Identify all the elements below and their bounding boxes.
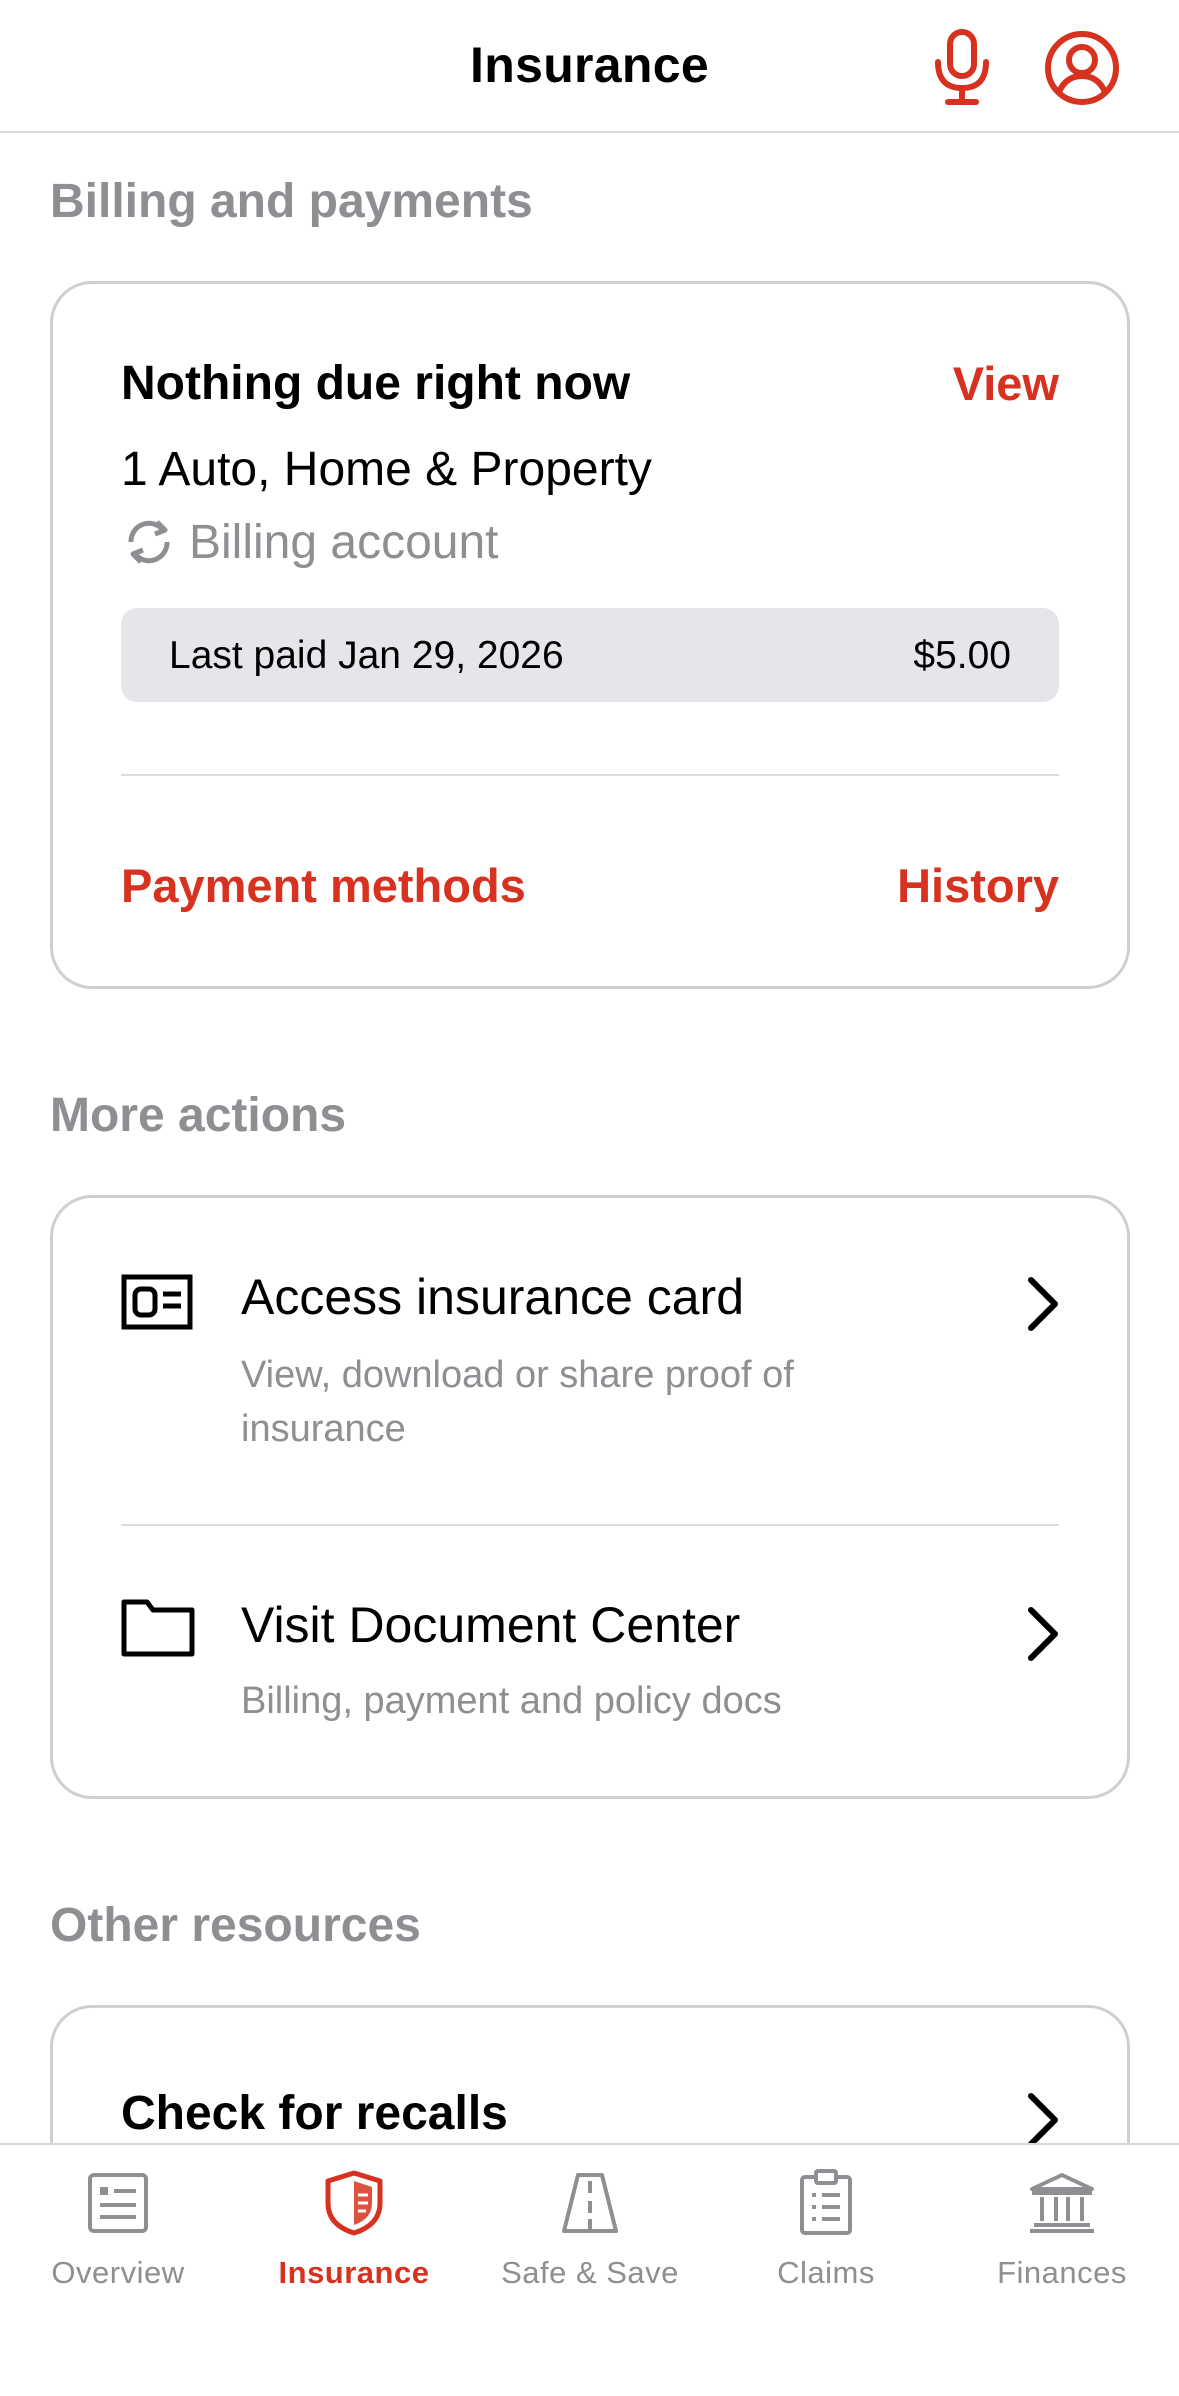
- billing-policies: 1 Auto, Home & Property: [121, 443, 652, 496]
- folder-icon: [121, 1599, 195, 1657]
- tab-overview[interactable]: Overview: [0, 2145, 236, 2345]
- overview-icon: [88, 2173, 148, 2233]
- chevron-right-icon: [1028, 1607, 1058, 1661]
- other-resources-section-title: Other resources: [50, 1899, 421, 1952]
- top-header: Insurance: [0, 0, 1179, 133]
- history-link[interactable]: History: [897, 858, 1059, 913]
- billing-account-label: Billing account: [189, 515, 499, 569]
- tab-label: Finances: [997, 2255, 1127, 2290]
- tab-label: Safe & Save: [501, 2255, 679, 2290]
- page-title: Insurance: [470, 37, 709, 93]
- id-card-icon: [121, 1274, 193, 1330]
- action-title: Visit Document Center: [241, 1597, 741, 1653]
- refresh-icon: [128, 520, 170, 564]
- tab-safe-and-save[interactable]: Safe & Save: [472, 2145, 708, 2345]
- access-insurance-card-row[interactable]: Access insurance card View, download or …: [53, 1198, 1127, 1524]
- chevron-right-icon[interactable]: [1023, 2090, 1063, 2150]
- payment-methods-link[interactable]: Payment methods: [121, 858, 526, 913]
- last-paid-bar: Last paid Jan 29, 2026 $5.00: [121, 608, 1059, 702]
- bank-icon: [1030, 2173, 1094, 2233]
- action-title: Access insurance card: [241, 1269, 745, 1325]
- tab-insurance[interactable]: Insurance: [236, 2145, 472, 2345]
- microphone-icon[interactable]: [930, 28, 994, 106]
- check-for-recalls-link[interactable]: Check for recalls: [121, 2086, 508, 2141]
- billing-section-title: Billing and payments: [50, 175, 533, 228]
- tab-claims[interactable]: Claims: [708, 2145, 944, 2345]
- divider: [121, 774, 1059, 776]
- action-desc: Billing, payment and policy docs: [241, 1680, 782, 1722]
- more-actions-section-title: More actions: [50, 1089, 347, 1142]
- tab-label: Insurance: [278, 2255, 430, 2290]
- tab-label: Claims: [777, 2255, 875, 2290]
- view-billing-link[interactable]: View: [953, 356, 1059, 411]
- tab-finances[interactable]: Finances: [944, 2145, 1179, 2345]
- last-paid-label: Last paid Jan 29, 2026: [169, 634, 564, 677]
- clipboard-icon: [800, 2169, 852, 2235]
- bottom-tab-bar: Overview Insurance Safe & Save Claims Fi…: [0, 2143, 1179, 2396]
- billing-status: Nothing due right now: [121, 357, 631, 410]
- last-paid-amount: $5.00: [913, 634, 1011, 677]
- chevron-right-icon: [1028, 1277, 1058, 1331]
- action-desc: View, download or share proof of insuran…: [241, 1354, 794, 1450]
- billing-account: Billing account: [121, 514, 499, 570]
- more-actions-card: Access insurance card View, download or …: [50, 1195, 1130, 1799]
- tab-label: Overview: [51, 2255, 185, 2290]
- visit-document-center-row[interactable]: Visit Document Center Billing, payment a…: [53, 1526, 1127, 1796]
- shield-icon: [325, 2170, 383, 2236]
- billing-card: Nothing due right now View 1 Auto, Home …: [50, 281, 1130, 989]
- user-profile-icon[interactable]: [1044, 30, 1120, 106]
- road-icon: [562, 2173, 618, 2233]
